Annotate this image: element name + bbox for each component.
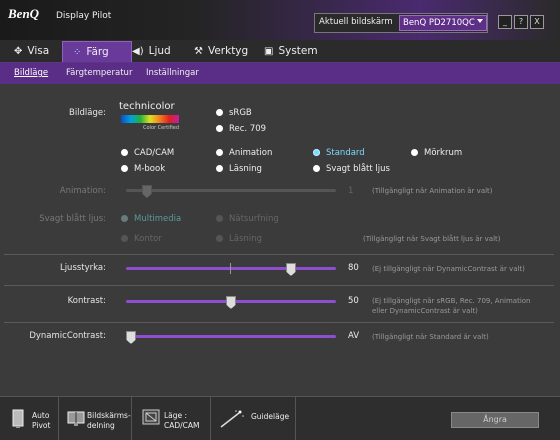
kontrast-hint-line2: eller DynamicContrast är valt)	[372, 307, 478, 315]
technicolor-certified: Color Certified	[143, 125, 180, 131]
animation-hint: (Tillgängligt när Animation är valt)	[372, 187, 493, 195]
divider	[4, 254, 554, 255]
radio-mbook[interactable]: M-book	[121, 164, 165, 174]
ljusstyrka-value: 80	[348, 263, 359, 273]
ljusstyrka-slider[interactable]	[126, 263, 336, 276]
content-panel: Bildläge: technicolor Color Certified sR…	[0, 84, 560, 396]
split-screen-icon	[67, 411, 85, 426]
svagt-blatt-ljus-hint: (Tillgängligt när Svagt blått ljus är va…	[363, 235, 501, 243]
kontrast-slider[interactable]	[126, 296, 336, 309]
radio-svagt-blatt-ljus[interactable]: Svagt blått ljus	[313, 164, 390, 174]
tab-label: Visa	[27, 45, 50, 57]
radio-kontor[interactable]: Kontor	[121, 234, 162, 244]
tab-verktyg[interactable]: ⚒ Verktyg	[194, 41, 254, 61]
ljusstyrka-hint: (Ej tillgängligt när DynamicContrast är …	[372, 265, 525, 273]
technicolor-wordmark: technicolor	[119, 101, 175, 112]
monitor-value: BenQ PD2710QC	[403, 18, 475, 28]
window-system-icon: ▣	[264, 46, 274, 57]
ljusstyrka-label: Ljusstyrka:	[59, 263, 106, 273]
undo-button[interactable]: Ångra	[451, 412, 539, 428]
subtab-fargtemperatur[interactable]: Färgtemperatur	[66, 68, 132, 78]
magic-wand-icon	[220, 410, 244, 428]
radio-morkrum[interactable]: Mörkrum	[411, 148, 462, 158]
guide-mode-label: Guideläge	[251, 412, 290, 421]
dynamiccontrast-value: AV	[348, 331, 360, 341]
dynamiccontrast-label: DynamicContrast:	[29, 331, 106, 341]
kontrast-value: 50	[348, 296, 359, 306]
display-pilot-window: BenQ Display Pilot Aktuell bildskärm Ben…	[0, 0, 560, 440]
help-button[interactable]: ?	[514, 15, 528, 29]
svagt-blatt-ljus-label: Svagt blått ljus:	[39, 214, 106, 224]
display-split-button[interactable]: Bildskärms- delning	[59, 397, 132, 440]
minimize-button[interactable]: _	[498, 15, 512, 29]
divider	[4, 322, 554, 323]
color-dots-icon: ⁘	[73, 47, 82, 58]
monitor-dropdown[interactable]: BenQ PD2710QC	[399, 15, 487, 31]
tab-label: Verktyg	[207, 45, 249, 57]
radio-lasning-low-blue[interactable]: Läsning	[216, 234, 262, 244]
animation-label: Animation:	[59, 186, 106, 196]
guide-mode-button[interactable]: Guideläge	[211, 397, 296, 440]
wrench-icon: ⚒	[194, 46, 203, 57]
auto-pivot-button[interactable]: Auto Pivot	[0, 397, 59, 440]
subtab-bildlage[interactable]: Bildläge	[14, 68, 48, 78]
app-name: Display Pilot	[56, 11, 112, 21]
speaker-icon: ◀)	[132, 46, 144, 57]
mode-line1: Läge :	[164, 411, 188, 420]
auto-pivot-line2: Pivot	[32, 421, 51, 430]
tab-visa[interactable]: ✥ Visa	[8, 41, 64, 61]
benq-logo: BenQ	[8, 6, 40, 21]
kontrast-label: Kontrast:	[67, 296, 106, 306]
dynamiccontrast-slider[interactable]	[126, 331, 336, 344]
radio-animation[interactable]: Animation	[216, 148, 272, 158]
radio-natsurfning[interactable]: Nätsurfning	[216, 214, 279, 224]
ljusstyrka-slider-thumb[interactable]	[286, 263, 296, 276]
radio-lasning[interactable]: Läsning	[216, 164, 262, 174]
auto-pivot-line1: Auto	[32, 411, 50, 420]
main-tabs: ✥ Visa ⁘ Färg ◀) Ljud ⚒ Verktyg ▣ System	[0, 40, 560, 63]
animation-slider-thumb[interactable]	[142, 185, 152, 198]
tab-system[interactable]: ▣ System	[264, 41, 324, 61]
monitor-portrait-icon	[12, 409, 24, 428]
chevron-down-icon	[477, 19, 483, 23]
kontrast-hint-line1: (Ej tillgängligt när sRGB, Rec. 709, Ani…	[372, 297, 531, 305]
dynamiccontrast-slider-thumb[interactable]	[126, 331, 136, 344]
title-bar: BenQ Display Pilot Aktuell bildskärm Ben…	[0, 0, 560, 40]
tab-farg[interactable]: ⁘ Färg	[62, 41, 132, 62]
bildlage-label: Bildläge:	[68, 108, 106, 118]
divider	[4, 285, 554, 286]
monitor-label: Aktuell bildskärm	[319, 17, 393, 27]
kontrast-slider-thumb[interactable]	[226, 296, 236, 309]
tab-label: System	[278, 45, 318, 57]
subtab-installningar[interactable]: Inställningar	[146, 68, 199, 78]
animation-slider[interactable]	[126, 185, 336, 198]
display-split-line1: Bildskärms-	[87, 411, 131, 420]
cad-monitor-icon	[142, 409, 160, 425]
dynamiccontrast-hint: (Tillgängligt när Standard är valt)	[372, 333, 489, 341]
tab-label: Färg	[86, 46, 109, 58]
radio-cadcam[interactable]: CAD/CAM	[121, 148, 174, 158]
mode-line2: CAD/CAM	[164, 421, 200, 430]
animation-value: 1	[348, 186, 354, 196]
bottom-toolbar: Auto Pivot Bildskärms- delning Läge : CA…	[0, 396, 560, 440]
tab-label: Ljud	[148, 45, 171, 57]
radio-multimedia[interactable]: Multimedia	[121, 214, 181, 224]
mode-cadcam-button[interactable]: Läge : CAD/CAM	[132, 397, 211, 440]
technicolor-logo: technicolor Color Certified	[119, 101, 185, 137]
display-split-line2: delning	[87, 421, 115, 430]
close-button[interactable]: X	[530, 15, 544, 29]
move-arrows-icon: ✥	[14, 46, 23, 57]
technicolor-color-bar	[121, 115, 179, 123]
radio-standard[interactable]: Standard	[313, 148, 365, 158]
tab-ljud[interactable]: ◀) Ljud	[132, 41, 184, 61]
monitor-selector: Aktuell bildskärm BenQ PD2710QC	[314, 13, 488, 33]
radio-rec709[interactable]: Rec. 709	[216, 124, 266, 134]
sub-tabs: Bildläge Färgtemperatur Inställningar	[0, 63, 560, 84]
radio-srgb[interactable]: sRGB	[216, 108, 252, 118]
